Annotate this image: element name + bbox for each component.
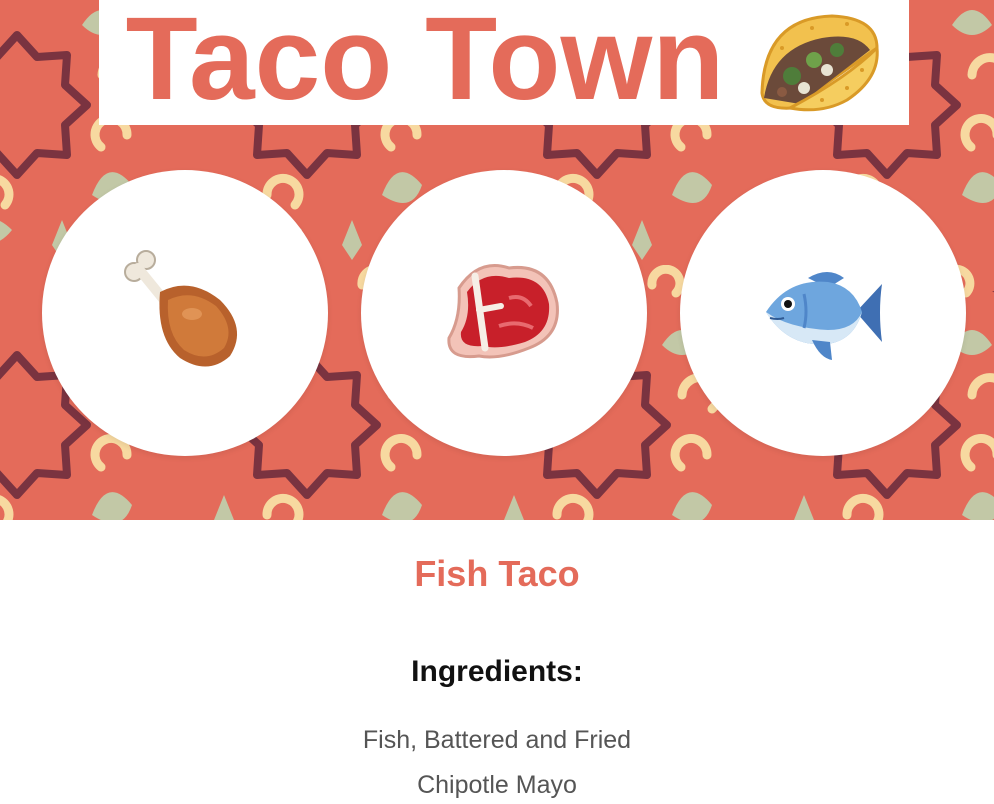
steak-icon (447, 264, 559, 359)
ingredient-item: Chipotle Mayo (417, 771, 577, 799)
ingredients-list: Fish, Battered and Fried Chipotle Mayo (0, 718, 994, 804)
hero-banner: Taco Town (0, 0, 994, 520)
ingredient-item: Fish, Battered and Fried (362, 726, 632, 754)
selected-taco-name: Fish Taco (414, 553, 580, 594)
page: Taco Town Fish Taco Ingredients: Fish, B… (0, 0, 994, 804)
fish-icon (766, 272, 882, 360)
site-title: Taco Town (125, 0, 725, 125)
poultry-leg-icon (124, 250, 238, 367)
taco-icon (760, 13, 880, 111)
chicken-taco-button[interactable] (42, 170, 328, 456)
fish-taco-button[interactable] (680, 170, 966, 456)
ingredients-heading: Ingredients: (411, 655, 583, 688)
site-header: Taco Town (99, 0, 909, 125)
beef-taco-button[interactable] (361, 170, 647, 456)
